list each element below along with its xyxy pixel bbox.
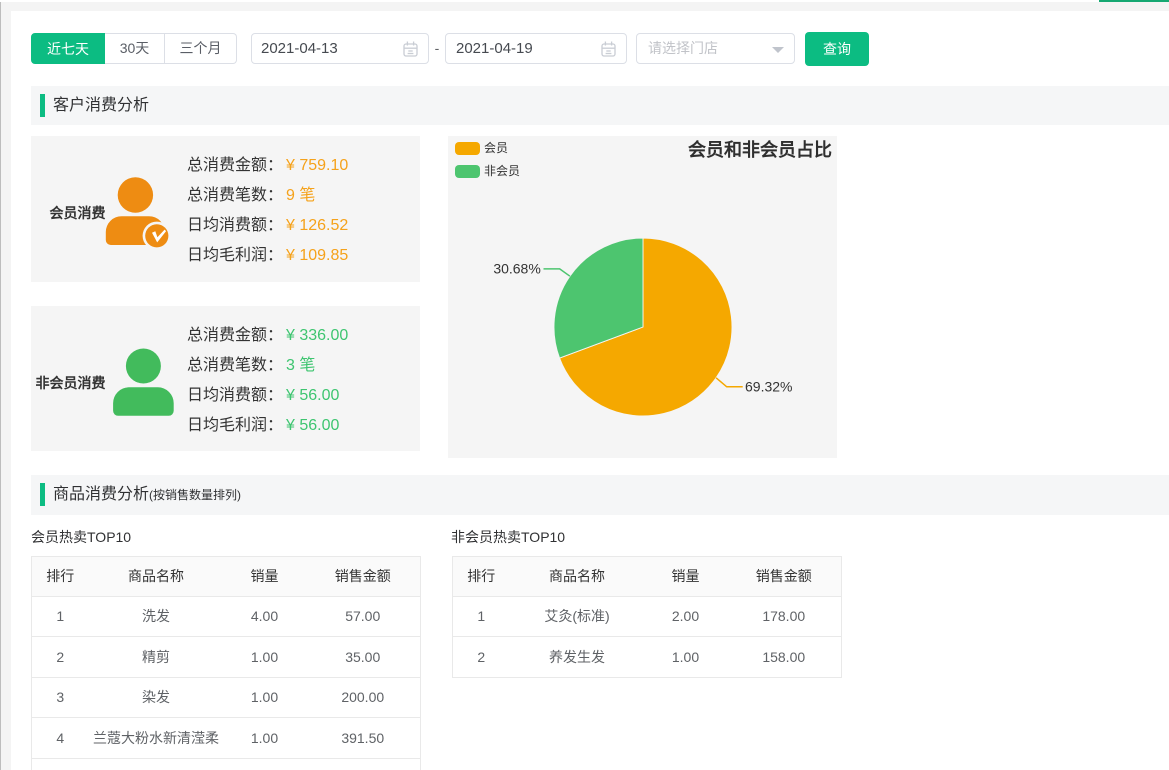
svg-text:69.32%: 69.32%: [745, 378, 792, 394]
svg-text:30.68%: 30.68%: [493, 260, 540, 276]
